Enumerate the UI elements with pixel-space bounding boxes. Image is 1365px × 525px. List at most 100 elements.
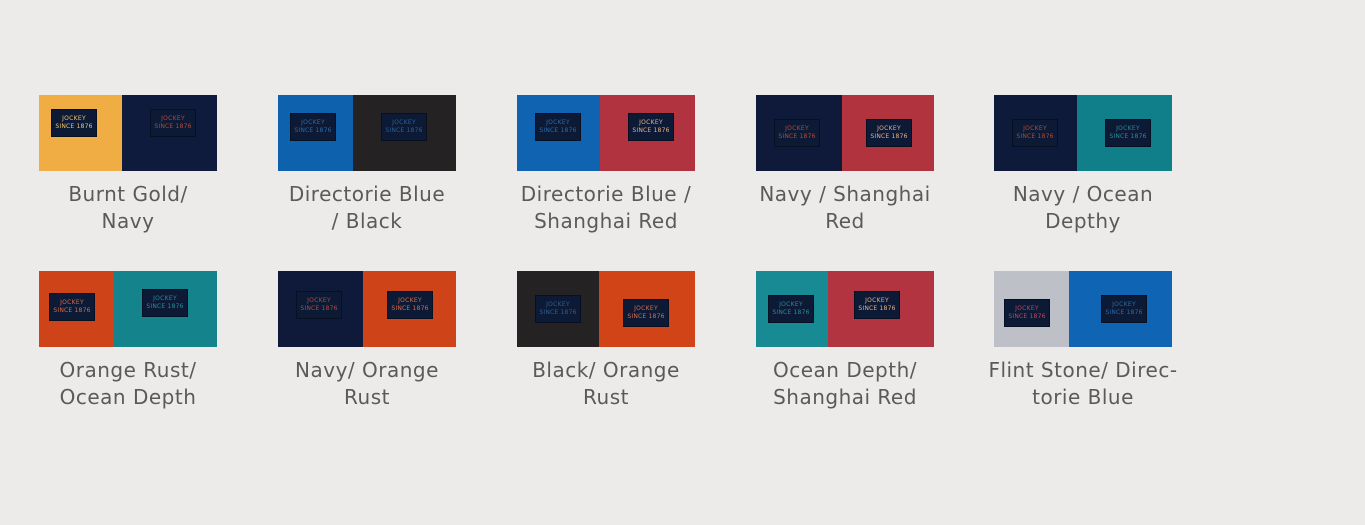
logo-since-text: SINCE 1876 bbox=[1105, 309, 1143, 316]
jockey-logo-tag-icon: JOCKEY SINCE 1876 bbox=[1101, 295, 1147, 323]
jockey-logo-tag-icon: JOCKEY SINCE 1876 bbox=[768, 295, 814, 323]
color-swatch-image: JOCKEY SINCE 1876 JOCKEY SINCE 1876 bbox=[278, 95, 456, 171]
jockey-logo-tag-icon: JOCKEY SINCE 1876 bbox=[51, 109, 97, 137]
logo-brand-text: JOCKEY bbox=[398, 297, 422, 304]
swatch-right-color: JOCKEY SINCE 1876 bbox=[114, 271, 217, 347]
logo-brand-text: JOCKEY bbox=[634, 305, 658, 312]
color-swatch-grid: JOCKEY SINCE 1876 JOCKEY SINCE 1876 Burnt Go… bbox=[0, 0, 1365, 525]
logo-brand-text: JOCKEY bbox=[546, 301, 570, 308]
swatch-right-color: JOCKEY SINCE 1876 bbox=[363, 271, 456, 347]
jockey-logo-tag-icon: JOCKEY SINCE 1876 bbox=[866, 119, 912, 147]
swatch-right-color: JOCKEY SINCE 1876 bbox=[1069, 271, 1172, 347]
swatch-right-color: JOCKEY SINCE 1876 bbox=[599, 271, 695, 347]
logo-brand-text: JOCKEY bbox=[1023, 125, 1047, 132]
logo-brand-text: JOCKEY bbox=[161, 115, 185, 122]
color-option-label: Ocean Depth/ Shanghai Red bbox=[773, 358, 917, 409]
logo-brand-text: JOCKEY bbox=[62, 115, 86, 122]
color-swatch-image: JOCKEY SINCE 1876 JOCKEY SINCE 1876 bbox=[278, 271, 456, 347]
swatch-right-color: JOCKEY SINCE 1876 bbox=[122, 95, 217, 171]
swatch-left-color: JOCKEY SINCE 1876 bbox=[994, 271, 1069, 347]
logo-since-text: SINCE 1876 bbox=[154, 123, 192, 130]
swatch-left-color: JOCKEY SINCE 1876 bbox=[994, 95, 1077, 171]
swatch-left-color: JOCKEY SINCE 1876 bbox=[39, 95, 122, 171]
logo-since-text: SINCE 1876 bbox=[300, 305, 338, 312]
logo-since-text: SINCE 1876 bbox=[55, 123, 93, 130]
logo-brand-text: JOCKEY bbox=[779, 301, 803, 308]
logo-brand-text: JOCKEY bbox=[785, 125, 809, 132]
logo-brand-text: JOCKEY bbox=[1015, 305, 1039, 312]
color-swatch-image: JOCKEY SINCE 1876 JOCKEY SINCE 1876 bbox=[756, 271, 934, 347]
swatch-right-color: JOCKEY SINCE 1876 bbox=[842, 95, 934, 171]
logo-since-text: SINCE 1876 bbox=[53, 307, 91, 314]
color-swatch-image: JOCKEY SINCE 1876 JOCKEY SINCE 1876 bbox=[994, 95, 1172, 171]
logo-brand-text: JOCKEY bbox=[1116, 125, 1140, 132]
logo-brand-text: JOCKEY bbox=[546, 119, 570, 126]
logo-brand-text: JOCKEY bbox=[877, 125, 901, 132]
color-swatch-image: JOCKEY SINCE 1876 JOCKEY SINCE 1876 bbox=[994, 271, 1172, 347]
jockey-logo-tag-icon: JOCKEY SINCE 1876 bbox=[774, 119, 820, 147]
jockey-logo-tag-icon: JOCKEY SINCE 1876 bbox=[628, 113, 674, 141]
jockey-logo-tag-icon: JOCKEY SINCE 1876 bbox=[150, 109, 196, 137]
logo-since-text: SINCE 1876 bbox=[772, 309, 810, 316]
swatch-left-color: JOCKEY SINCE 1876 bbox=[517, 95, 600, 171]
jockey-logo-tag-icon: JOCKEY SINCE 1876 bbox=[623, 299, 669, 327]
color-option-label: Flint Stone/ Direc- torie Blue bbox=[988, 358, 1178, 409]
color-swatch-image: JOCKEY SINCE 1876 JOCKEY SINCE 1876 bbox=[517, 271, 695, 347]
logo-since-text: SINCE 1876 bbox=[539, 127, 577, 134]
swatch-right-color: JOCKEY SINCE 1876 bbox=[1077, 95, 1172, 171]
logo-since-text: SINCE 1876 bbox=[627, 313, 665, 320]
swatch-right-color: JOCKEY SINCE 1876 bbox=[600, 95, 695, 171]
jockey-logo-tag-icon: JOCKEY SINCE 1876 bbox=[535, 113, 581, 141]
color-option-label: Directorie Blue / Black bbox=[288, 182, 446, 233]
color-option-label: Black/ Orange Rust bbox=[532, 358, 680, 409]
jockey-logo-tag-icon: JOCKEY SINCE 1876 bbox=[854, 291, 900, 319]
swatch-left-color: JOCKEY SINCE 1876 bbox=[756, 271, 828, 347]
logo-since-text: SINCE 1876 bbox=[539, 309, 577, 316]
swatch-right-color: JOCKEY SINCE 1876 bbox=[353, 95, 456, 171]
jockey-logo-tag-icon: JOCKEY SINCE 1876 bbox=[535, 295, 581, 323]
logo-brand-text: JOCKEY bbox=[60, 299, 84, 306]
jockey-logo-tag-icon: JOCKEY SINCE 1876 bbox=[1004, 299, 1050, 327]
jockey-logo-tag-icon: JOCKEY SINCE 1876 bbox=[142, 289, 188, 317]
color-option-label: Directorie Blue / Shanghai Red bbox=[520, 182, 692, 233]
jockey-logo-tag-icon: JOCKEY SINCE 1876 bbox=[296, 291, 342, 319]
color-option-label: Navy/ Orange Rust bbox=[295, 358, 439, 409]
swatch-left-color: JOCKEY SINCE 1876 bbox=[517, 271, 599, 347]
logo-brand-text: JOCKEY bbox=[307, 297, 331, 304]
jockey-logo-tag-icon: JOCKEY SINCE 1876 bbox=[387, 291, 433, 319]
logo-brand-text: JOCKEY bbox=[1112, 301, 1136, 308]
color-swatch-image: JOCKEY SINCE 1876 JOCKEY SINCE 1876 bbox=[39, 95, 217, 171]
swatch-right-color: JOCKEY SINCE 1876 bbox=[828, 271, 934, 347]
logo-since-text: SINCE 1876 bbox=[870, 133, 908, 140]
jockey-logo-tag-icon: JOCKEY SINCE 1876 bbox=[381, 113, 427, 141]
logo-since-text: SINCE 1876 bbox=[391, 305, 429, 312]
color-swatch-image: JOCKEY SINCE 1876 JOCKEY SINCE 1876 bbox=[39, 271, 217, 347]
logo-brand-text: JOCKEY bbox=[392, 119, 416, 126]
logo-since-text: SINCE 1876 bbox=[1109, 133, 1147, 140]
swatch-left-color: JOCKEY SINCE 1876 bbox=[756, 95, 842, 171]
color-swatch-image: JOCKEY SINCE 1876 JOCKEY SINCE 1876 bbox=[756, 95, 934, 171]
color-option-label: Navy / Ocean Depthy bbox=[1012, 182, 1154, 233]
logo-since-text: SINCE 1876 bbox=[778, 133, 816, 140]
swatch-left-color: JOCKEY SINCE 1876 bbox=[39, 271, 114, 347]
logo-since-text: SINCE 1876 bbox=[1016, 133, 1054, 140]
jockey-logo-tag-icon: JOCKEY SINCE 1876 bbox=[49, 293, 95, 321]
logo-brand-text: JOCKEY bbox=[865, 297, 889, 304]
color-option-label: Orange Rust/ Ocean Depth bbox=[59, 358, 197, 409]
logo-since-text: SINCE 1876 bbox=[858, 305, 896, 312]
color-option-label: Navy / Shanghai Red bbox=[759, 182, 931, 233]
swatch-left-color: JOCKEY SINCE 1876 bbox=[278, 95, 353, 171]
logo-since-text: SINCE 1876 bbox=[1008, 313, 1046, 320]
logo-since-text: SINCE 1876 bbox=[632, 127, 670, 134]
jockey-logo-tag-icon: JOCKEY SINCE 1876 bbox=[290, 113, 336, 141]
logo-since-text: SINCE 1876 bbox=[146, 303, 184, 310]
color-swatch-image: JOCKEY SINCE 1876 JOCKEY SINCE 1876 bbox=[517, 95, 695, 171]
jockey-logo-tag-icon: JOCKEY SINCE 1876 bbox=[1012, 119, 1058, 147]
color-option-label: Burnt Gold/ Navy bbox=[68, 182, 188, 233]
logo-brand-text: JOCKEY bbox=[639, 119, 663, 126]
logo-brand-text: JOCKEY bbox=[301, 119, 325, 126]
swatch-left-color: JOCKEY SINCE 1876 bbox=[278, 271, 363, 347]
logo-brand-text: JOCKEY bbox=[153, 295, 177, 302]
logo-since-text: SINCE 1876 bbox=[294, 127, 332, 134]
logo-since-text: SINCE 1876 bbox=[385, 127, 423, 134]
